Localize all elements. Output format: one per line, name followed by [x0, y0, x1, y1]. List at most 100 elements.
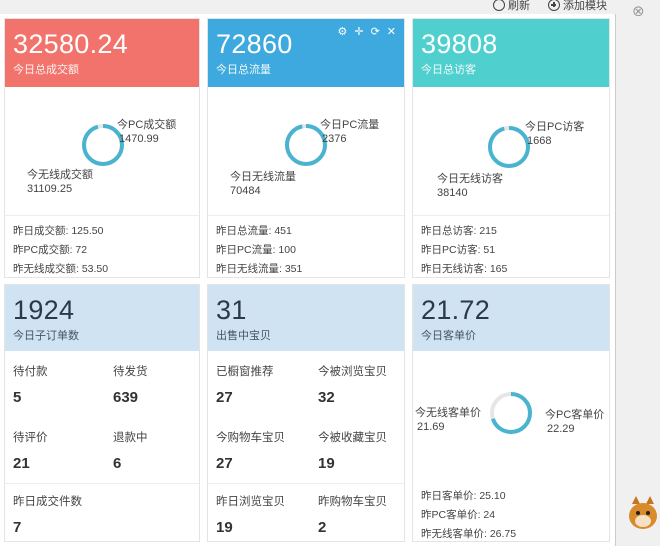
aov-wireless-value: 21.69 — [417, 421, 445, 433]
dashboard-panel: 32580.24 今日总成交额 今PC成交额 1470.99 今无线成交额 31… — [0, 14, 616, 546]
sales-pc-label: 今PC成交额 — [117, 119, 177, 131]
items-total-value: 31 — [216, 295, 247, 325]
item-stat-cart-today[interactable]: 今购物车宝贝 27 — [216, 429, 285, 472]
cell-value: 27 — [216, 455, 233, 472]
sales-header: 32580.24 今日总成交额 — [5, 19, 199, 87]
refresh-button[interactable]: 刷新 — [493, 0, 530, 13]
cell-value: 639 — [113, 389, 139, 406]
top-toolbar: 刷新 添加模块 — [0, 0, 660, 14]
visitors-wireless-label: 今日无线访客 — [437, 173, 503, 185]
close-icon[interactable]: ✕ — [387, 25, 396, 38]
sales-wireless-label: 今无线成交额 — [27, 169, 93, 181]
aov-yesterday-stats: 昨日客单价: 25.10 昨PC客单价: 24 昨无线客单价: 26.75 — [413, 481, 609, 544]
aov-card[interactable]: 21.72 今日客单价 今无线客单价 21.69 今PC客单价 22.29 昨日… — [412, 284, 610, 542]
cell-label: 待付款 — [13, 366, 48, 378]
sales-yesterday-stats: 昨日成交额: 125.50 昨PC成交额: 72 昨无线成交额: 53.50 — [5, 215, 199, 279]
item-stat-window-recommended[interactable]: 已橱窗推荐 27 — [216, 363, 274, 406]
visitors-card[interactable]: 39808 今日总访客 今日PC访客 1668 今日无线访客 38140 昨日总… — [412, 18, 610, 278]
aov-donut-area: 今无线客单价 21.69 今PC客单价 22.29 — [413, 351, 609, 475]
order-stat-pending-review[interactable]: 待评价 21 — [13, 429, 48, 472]
cell-label: 待评价 — [13, 432, 48, 444]
order-stat-pending-payment[interactable]: 待付款 5 — [13, 363, 48, 406]
divider — [208, 483, 404, 484]
refresh-icon[interactable]: ⟳ — [371, 25, 380, 38]
traffic-pc-value: 2376 — [322, 133, 347, 145]
order-stat-pending-shipment[interactable]: 待发货 639 — [113, 363, 148, 406]
cell-label: 昨日成交件数 — [13, 496, 82, 508]
items-header: 31 出售中宝贝 — [208, 285, 404, 351]
card-tools: ⚙ ✛ ⟳ ✕ — [337, 25, 396, 38]
sales-pc-value: 1470.99 — [119, 133, 159, 145]
traffic-wireless-value: 70484 — [230, 185, 261, 197]
visitors-donut-area: 今日PC访客 1668 今日无线访客 38140 — [413, 87, 609, 211]
item-stat-cart-yesterday[interactable]: 昨购物车宝贝 2 — [318, 493, 387, 536]
aov-donut-chart — [489, 391, 533, 435]
stat-row: 昨日无线访客: 165 — [421, 263, 508, 275]
visitors-total-value: 39808 — [421, 29, 498, 59]
items-total-label: 出售中宝贝 — [216, 330, 271, 342]
move-icon[interactable]: ✛ — [354, 25, 363, 38]
cell-label: 待发货 — [113, 366, 148, 378]
sales-card[interactable]: 32580.24 今日总成交额 今PC成交额 1470.99 今无线成交额 31… — [4, 18, 200, 278]
visitors-header: 39808 今日总访客 — [413, 19, 609, 87]
cell-label: 退款中 — [113, 432, 148, 444]
cell-label: 已橱窗推荐 — [216, 366, 274, 378]
cell-value: 27 — [216, 389, 233, 406]
visitors-total-label: 今日总访客 — [421, 64, 476, 76]
stat-row: 昨日PC访客: 51 — [421, 244, 496, 256]
cell-value: 19 — [318, 455, 335, 472]
cell-label: 昨日浏览宝贝 — [216, 496, 285, 508]
cell-value: 5 — [13, 389, 22, 406]
orders-total-label: 今日子订单数 — [13, 330, 79, 342]
stat-row: 昨日无线流量: 351 — [216, 263, 303, 275]
item-stat-favorited-today[interactable]: 今被收藏宝贝 19 — [318, 429, 387, 472]
visitors-yesterday-stats: 昨日总访客: 215 昨日PC访客: 51 昨日无线访客: 165 — [413, 215, 609, 279]
sales-total-label: 今日总成交额 — [13, 64, 79, 76]
cell-value: 32 — [318, 389, 335, 406]
order-stat-refunding[interactable]: 退款中 6 — [113, 429, 148, 472]
traffic-pc-label: 今日PC流量 — [320, 119, 380, 131]
close-icon[interactable]: ⊗ — [632, 2, 645, 20]
sales-total-value: 32580.24 — [13, 29, 129, 59]
items-card[interactable]: 31 出售中宝贝 已橱窗推荐 27 今被浏览宝贝 32 今购物车宝贝 27 今被… — [207, 284, 405, 542]
aov-wireless-label: 今无线客单价 — [415, 407, 481, 419]
aov-header: 21.72 今日客单价 — [413, 285, 609, 351]
item-stat-viewed-today[interactable]: 今被浏览宝贝 32 — [318, 363, 387, 406]
visitors-pc-value: 1668 — [527, 135, 552, 147]
cell-label: 今购物车宝贝 — [216, 432, 285, 444]
mascot-icon[interactable] — [624, 494, 660, 534]
cell-label: 昨购物车宝贝 — [318, 496, 387, 508]
cell-value: 7 — [13, 519, 22, 536]
stat-row: 昨日总访客: 215 — [421, 225, 497, 237]
cell-label: 今被浏览宝贝 — [318, 366, 387, 378]
order-stat-yesterday-items[interactable]: 昨日成交件数 7 — [13, 493, 82, 536]
traffic-card[interactable]: ⚙ ✛ ⟳ ✕ 72860 今日总流量 今日PC流量 2376 今日无线流量 7… — [207, 18, 405, 278]
add-module-button[interactable]: 添加模块 — [548, 0, 607, 13]
aov-pc-label: 今PC客单价 — [545, 409, 605, 421]
item-stat-viewed-yesterday[interactable]: 昨日浏览宝贝 19 — [216, 493, 285, 536]
sales-wireless-value: 31109.25 — [27, 183, 73, 195]
traffic-donut-area: 今日PC流量 2376 今日无线流量 70484 — [208, 87, 404, 211]
sales-donut-area: 今PC成交额 1470.99 今无线成交额 31109.25 — [5, 87, 199, 211]
stat-row: 昨PC客单价: 24 — [421, 509, 496, 521]
orders-header: 1924 今日子订单数 — [5, 285, 199, 351]
refresh-label: 刷新 — [508, 0, 530, 12]
divider — [5, 483, 199, 484]
cell-value: 21 — [13, 455, 30, 472]
refresh-icon — [493, 0, 505, 11]
stat-row: 昨日客单价: 25.10 — [421, 490, 506, 502]
cell-label: 今被收藏宝贝 — [318, 432, 387, 444]
cell-value: 6 — [113, 455, 122, 472]
settings-icon[interactable]: ⚙ — [337, 25, 347, 38]
aov-pc-value: 22.29 — [547, 423, 575, 435]
add-module-label: 添加模块 — [563, 0, 607, 12]
traffic-wireless-label: 今日无线流量 — [230, 171, 296, 183]
traffic-total-label: 今日总流量 — [216, 64, 271, 76]
stat-row: 昨日总流量: 451 — [216, 225, 292, 237]
stat-row: 昨日成交额: 125.50 — [13, 225, 104, 237]
aov-total-value: 21.72 — [421, 295, 491, 325]
stat-row: 昨无线成交额: 53.50 — [13, 263, 109, 275]
orders-total-value: 1924 — [13, 295, 75, 325]
orders-card[interactable]: 1924 今日子订单数 待付款 5 待发货 639 待评价 21 退款中 6 昨… — [4, 284, 200, 542]
visitors-wireless-value: 38140 — [437, 187, 468, 199]
